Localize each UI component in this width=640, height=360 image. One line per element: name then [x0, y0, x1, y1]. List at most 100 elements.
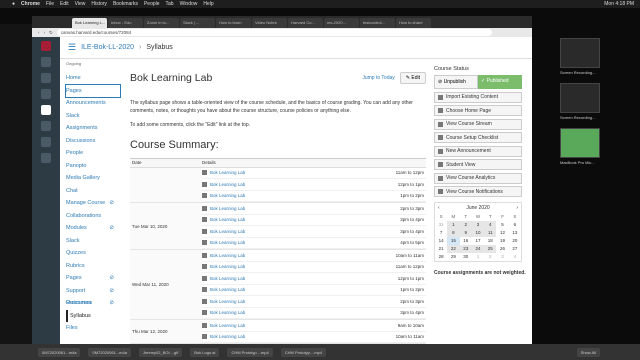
sidebar-button[interactable]: View Course Notifications	[434, 186, 522, 197]
calendar-day[interactable]: 8	[447, 229, 460, 237]
tab-active[interactable]: Bok Learning L...	[72, 18, 107, 28]
tab[interactable]: Slack | ...	[180, 18, 215, 28]
tab[interactable]: Video Notes	[252, 18, 287, 28]
nav-panopto[interactable]: Panopto	[66, 160, 120, 173]
published-button[interactable]: ✓ Published	[478, 75, 522, 89]
jump-to-today-link[interactable]: Jump to Today	[362, 75, 394, 81]
thumbnail[interactable]	[560, 128, 600, 158]
calendar-day[interactable]: 6	[509, 221, 521, 229]
event-link[interactable]: Bok Learning Lab	[210, 182, 398, 187]
account-icon[interactable]	[41, 57, 51, 67]
calendar-day[interactable]: 31	[435, 221, 447, 229]
nav-announcements[interactable]: Announcements	[66, 97, 120, 110]
download-item[interactable]: CHM Prototyp....mp4	[227, 347, 273, 357]
hamburger-icon[interactable]: ☰	[68, 42, 76, 53]
nav-pages-2[interactable]: Pages ⊘	[66, 272, 120, 285]
event-link[interactable]: Bok Learning Lab	[210, 264, 396, 269]
tab[interactable]: How to learn	[216, 18, 251, 28]
calendar-day[interactable]: 17	[472, 237, 484, 245]
nav-support-resources[interactable]: Support Resources ⊘	[66, 285, 120, 307]
nav-files[interactable]: Files	[66, 322, 120, 335]
sidebar-button[interactable]: Course Setup Checklist	[434, 132, 522, 143]
menu-file[interactable]: File	[46, 1, 54, 7]
breadcrumb-course[interactable]: ILE-Bok-LL-2020	[81, 44, 134, 51]
menu-view[interactable]: View	[75, 1, 86, 7]
forward-icon[interactable]: ›	[44, 30, 46, 35]
calendar-day[interactable]: 4	[484, 221, 497, 229]
event-link[interactable]: Bok Learning Lab	[210, 323, 398, 328]
courses-icon[interactable]	[41, 105, 51, 115]
calendar-day[interactable]: 25	[484, 245, 497, 253]
tab[interactable]: How to share	[396, 18, 431, 28]
event-link[interactable]: Bok Learning Lab	[210, 193, 400, 198]
calendar-day[interactable]: 16	[460, 237, 472, 245]
url-field[interactable]: canvas.harvard.edu/courses/72084	[56, 29, 492, 36]
inbox-icon[interactable]	[41, 137, 51, 147]
tab[interactable]: testcontrol...	[360, 18, 395, 28]
event-link[interactable]: Bok Learning Lab	[210, 310, 400, 315]
event-link[interactable]: Bok Learning Lab	[210, 217, 400, 222]
calendar-day[interactable]: 13	[509, 229, 521, 237]
menu-bookmarks[interactable]: Bookmarks	[113, 1, 138, 7]
download-item[interactable]: Bok Logo.ai	[190, 347, 220, 357]
thumbnail[interactable]	[560, 38, 600, 68]
prev-month-icon[interactable]: ‹	[438, 205, 440, 211]
reload-icon[interactable]: ↻	[49, 30, 53, 36]
calendar-day[interactable]: 3	[496, 253, 508, 261]
calendar-day[interactable]: 10	[471, 229, 485, 237]
nav-collaborations[interactable]: Collaborations	[66, 210, 120, 223]
calendar-day[interactable]: 9	[459, 229, 472, 237]
menu-edit[interactable]: Edit	[60, 1, 69, 7]
sidebar-button[interactable]: View Course Analytics	[434, 172, 522, 184]
calendar-day[interactable]: 22	[447, 245, 460, 253]
menu-help[interactable]: Help	[203, 1, 213, 7]
menu-window[interactable]: Window	[180, 1, 198, 7]
nav-assignments[interactable]: Assignments	[66, 122, 120, 135]
sidebar-button[interactable]: Choose Home Page	[434, 105, 522, 116]
calendar-day[interactable]: 26	[496, 245, 508, 253]
calendar-day[interactable]: 4	[509, 253, 521, 261]
event-link[interactable]: Bok Learning Lab	[210, 170, 396, 175]
calendar-day[interactable]: 1	[447, 221, 460, 229]
dashboard-icon[interactable]	[41, 89, 51, 99]
tab[interactable]: Zoom in to...	[144, 18, 179, 28]
calendar-day[interactable]: 20	[509, 237, 521, 245]
calendar-icon[interactable]	[41, 121, 51, 131]
calendar-day[interactable]: 19	[496, 237, 508, 245]
admin-icon[interactable]	[41, 73, 51, 83]
event-link[interactable]: Bok Learning Lab	[210, 287, 400, 292]
nav-rubrics[interactable]: Rubrics	[66, 260, 120, 273]
download-item[interactable]: Jeremy02_BOI....gif	[138, 347, 183, 357]
calendar-day[interactable]: 12	[496, 229, 508, 237]
event-link[interactable]: Bok Learning Lab	[210, 206, 400, 211]
sidebar-button[interactable]: Student View	[434, 159, 522, 170]
help-icon[interactable]	[41, 153, 51, 163]
event-link[interactable]: Bok Learning Lab	[210, 334, 396, 339]
calendar-day[interactable]: 7	[435, 229, 447, 237]
nav-manage-course[interactable]: Manage Course ⊘	[66, 197, 120, 210]
sidebar-button[interactable]: New Announcement	[434, 145, 522, 157]
nav-chat[interactable]: Chat	[66, 185, 120, 198]
menu-tab[interactable]: Tab	[166, 1, 174, 7]
calendar-day[interactable]: 30	[460, 253, 472, 261]
tab[interactable]: ms-2020...	[324, 18, 359, 28]
harvard-logo-icon[interactable]	[41, 41, 51, 51]
nav-home[interactable]: Home	[66, 72, 120, 85]
nav-slack-2[interactable]: Slack	[66, 235, 120, 248]
tab[interactable]: Inbox - Edu	[108, 18, 143, 28]
nav-media-gallery[interactable]: Media Gallery	[66, 172, 120, 185]
nav-slack[interactable]: Slack	[66, 110, 120, 123]
nav-discussions[interactable]: Discussions	[66, 135, 120, 148]
calendar-day[interactable]: 14	[435, 237, 447, 245]
thumbnail[interactable]	[560, 83, 600, 113]
nav-syllabus[interactable]: Syllabus	[66, 309, 120, 322]
event-link[interactable]: Bok Learning Lab	[210, 240, 400, 245]
event-link[interactable]: Bok Learning Lab	[210, 253, 396, 258]
calendar-day[interactable]: 3	[471, 221, 485, 229]
download-item[interactable]: CHM Prototyp....mp4	[280, 347, 327, 357]
menu-history[interactable]: History	[91, 1, 107, 7]
unpublish-button[interactable]: ⊘ Unpublish	[434, 75, 478, 89]
sidebar-button[interactable]: View Course Stream	[434, 118, 522, 130]
calendar-day[interactable]: 24	[471, 245, 485, 253]
show-all-button[interactable]: Show All	[576, 347, 600, 357]
